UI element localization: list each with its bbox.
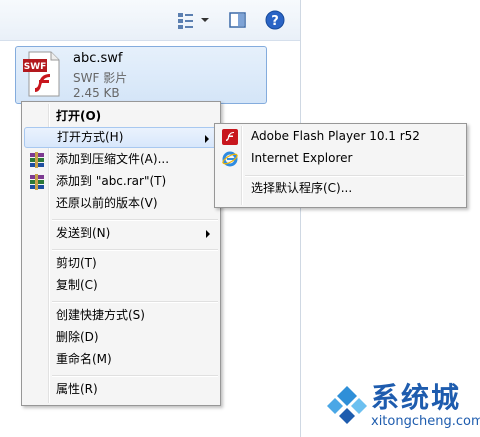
help-button[interactable]: ? bbox=[265, 10, 285, 30]
menu-separator bbox=[245, 175, 464, 177]
menu-item-label: 复制(C) bbox=[56, 278, 98, 292]
svg-text:SWF: SWF bbox=[24, 62, 47, 72]
menu-item-label: 发送到(N) bbox=[56, 226, 111, 240]
menu-item-delete[interactable]: 删除(D) bbox=[24, 327, 218, 348]
file-size: 2.45 KB bbox=[73, 86, 120, 100]
menu-item-label: 添加到 "abc.rar"(T) bbox=[56, 174, 167, 188]
watermark-url: xitongcheng.com bbox=[371, 414, 480, 429]
submenu-item-label: 选择默认程序(C)... bbox=[251, 181, 353, 195]
menu-separator bbox=[52, 375, 218, 377]
menu-item-open-with[interactable]: 打开方式(H) bbox=[24, 127, 218, 148]
winrar-icon bbox=[29, 152, 45, 168]
menu-item-label: 打开(O) bbox=[56, 109, 102, 123]
change-view-button[interactable] bbox=[176, 10, 210, 30]
file-type: SWF 影片 bbox=[73, 71, 128, 85]
svg-text:?: ? bbox=[271, 14, 279, 29]
menu-item-label: 还原以前的版本(V) bbox=[56, 196, 158, 210]
menu-item-label: 重命名(M) bbox=[56, 352, 112, 366]
watermark-brand: 系统城 bbox=[371, 381, 462, 414]
menu-separator bbox=[52, 219, 218, 221]
menu-item-rename[interactable]: 重命名(M) bbox=[24, 349, 218, 370]
submenu-arrow-icon bbox=[205, 135, 209, 143]
open-with-submenu: Adobe Flash Player 10.1 r52 Internet Exp… bbox=[214, 123, 467, 208]
submenu-item-choose-default[interactable]: 选择默认程序(C)... bbox=[217, 178, 464, 199]
submenu-arrow-icon bbox=[206, 230, 210, 238]
menu-separator bbox=[52, 249, 218, 251]
watermark-logo-icon bbox=[327, 386, 367, 424]
menu-item-create-shortcut[interactable]: 创建快捷方式(S) bbox=[24, 305, 218, 326]
menu-item-label: 创建快捷方式(S) bbox=[56, 308, 145, 322]
file-name: abc.swf bbox=[73, 51, 123, 66]
menu-item-add-to-archive[interactable]: 添加到压缩文件(A)... bbox=[24, 149, 218, 170]
preview-pane-icon bbox=[229, 12, 246, 28]
preview-pane-button[interactable] bbox=[229, 10, 247, 30]
menu-item-send-to[interactable]: 发送到(N) bbox=[24, 223, 218, 244]
menu-item-label: 添加到压缩文件(A)... bbox=[56, 152, 170, 166]
swf-file-icon: SWF bbox=[23, 50, 61, 98]
menu-item-properties[interactable]: 属性(R) bbox=[24, 379, 218, 400]
menu-item-label: 剪切(T) bbox=[56, 256, 97, 270]
submenu-item-flash-player[interactable]: Adobe Flash Player 10.1 r52 bbox=[217, 126, 464, 147]
file-item-swf[interactable]: SWF abc.swf SWF 影片 2.45 KB bbox=[15, 46, 267, 104]
winrar-icon bbox=[29, 174, 45, 190]
menu-item-open[interactable]: 打开(O) bbox=[24, 106, 218, 127]
menu-item-label: 属性(R) bbox=[56, 382, 98, 396]
menu-item-cut[interactable]: 剪切(T) bbox=[24, 253, 218, 274]
explorer-toolbar: ? bbox=[0, 0, 300, 41]
menu-item-copy[interactable]: 复制(C) bbox=[24, 275, 218, 296]
menu-separator bbox=[52, 301, 218, 303]
window-divider bbox=[300, 0, 301, 437]
flash-player-icon bbox=[222, 129, 238, 145]
watermark: 系统城 xitongcheng.com bbox=[323, 376, 480, 437]
submenu-item-label: Adobe Flash Player 10.1 r52 bbox=[251, 129, 420, 143]
submenu-item-label: Internet Explorer bbox=[251, 151, 353, 165]
menu-item-label: 删除(D) bbox=[56, 330, 99, 344]
internet-explorer-icon bbox=[222, 151, 238, 167]
context-menu: 打开(O) 打开方式(H) 添加到压缩文件(A)... 添加到 "abc.rar… bbox=[21, 101, 221, 406]
menu-item-add-to-rar[interactable]: 添加到 "abc.rar"(T) bbox=[24, 171, 218, 192]
submenu-item-internet-explorer[interactable]: Internet Explorer bbox=[217, 148, 464, 169]
menu-item-restore-versions[interactable]: 还原以前的版本(V) bbox=[24, 193, 218, 214]
view-list-icon bbox=[178, 13, 209, 29]
help-icon: ? bbox=[265, 10, 285, 30]
menu-item-label: 打开方式(H) bbox=[57, 130, 124, 144]
